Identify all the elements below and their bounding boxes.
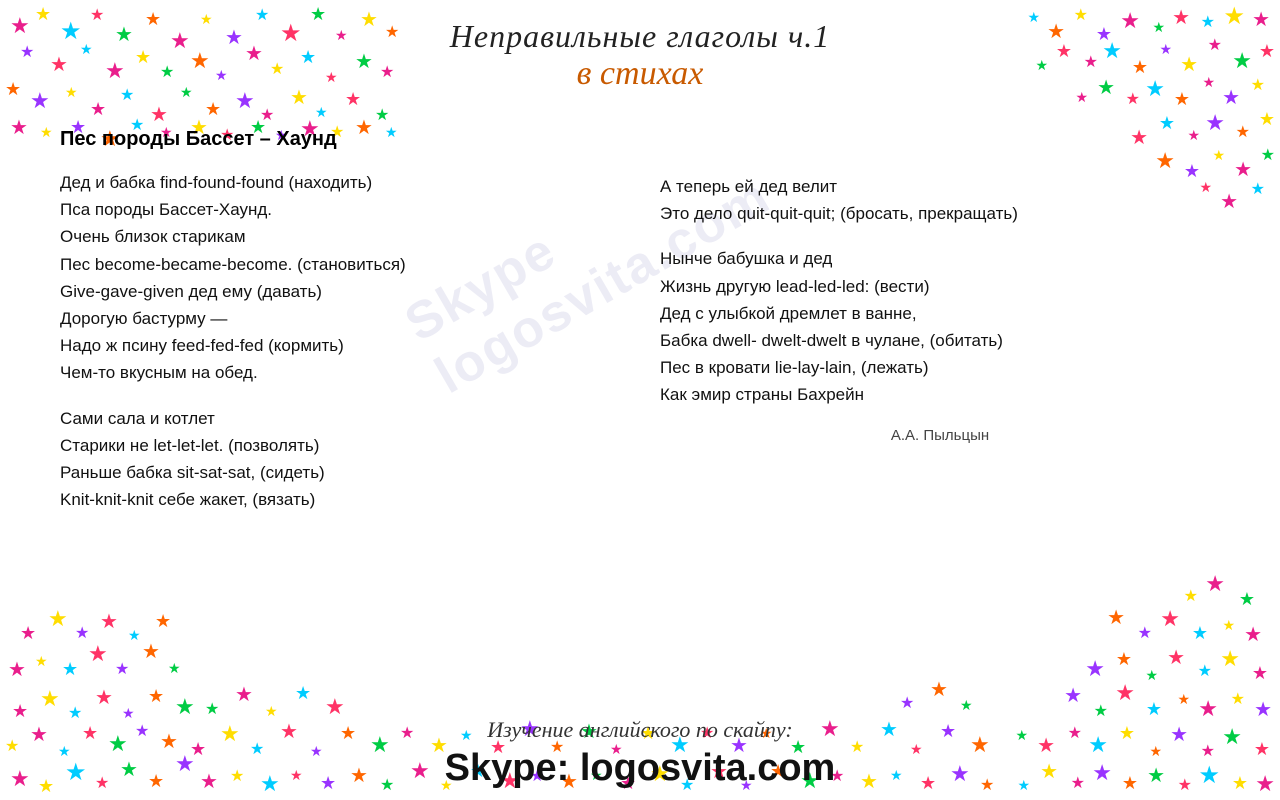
poem-stanza-1: Дед и бабка find-found-found (находить)П…: [60, 169, 620, 387]
poem-line: Это дело quit-quit-quit; (бросать, прекр…: [660, 200, 1220, 227]
poem-line: Чем-то вкусным на обед.: [60, 359, 620, 386]
poem-line: Раньше бабка sit-sat-sat, (сидеть): [60, 459, 620, 486]
poem-left-column: Пес породы Бассет – Хаунд Дед и бабка fi…: [60, 118, 620, 707]
page-content: Неправильные глаголы ч.1 в стихах Пес по…: [0, 0, 1280, 800]
poem-line: Дед и бабка find-found-found (находить): [60, 169, 620, 196]
poem-line: Нынче бабушка и дед: [660, 245, 1220, 272]
poem-line: Бабка dwell- dwelt-dwelt в чулане, (обит…: [660, 327, 1220, 354]
poem-line: Очень близок старикам: [60, 223, 620, 250]
poem-line: Сами сала и котлет: [60, 405, 620, 432]
title-area: Неправильные глаголы ч.1 в стихах: [0, 0, 1280, 98]
footer-tagline: Изучение английского по скайпу:: [0, 717, 1280, 743]
footer-area: Изучение английского по скайпу: Skype: l…: [0, 717, 1280, 800]
poem-line: А теперь ей дед велит: [660, 173, 1220, 200]
poem-line: Knit-knit-knit себе жакет, (вязать): [60, 486, 620, 513]
footer-skype: Skype: logosvita.com: [0, 747, 1280, 790]
poem-line: Дорогую бастурму —: [60, 305, 620, 332]
poem-line: Старики не let-let-let. (позволять): [60, 432, 620, 459]
poem-line: Пес become-became-become. (становиться): [60, 251, 620, 278]
poem-line: Give-gave-given дед ему (давать): [60, 278, 620, 305]
poem-stanza-2: Сами сала и котлетСтарики не let-let-let…: [60, 405, 620, 514]
poem-line: Пес в кровати lie-lay-lain, (лежать): [660, 354, 1220, 381]
poem-line: Как эмир страны Бахрейн: [660, 381, 1220, 408]
main-title: Неправильные глаголы ч.1: [0, 18, 1280, 55]
poem-stanza-3: А теперь ей дед велитЭто дело quit-quit-…: [660, 173, 1220, 227]
author-attribution: А.А. Пыльцын: [660, 427, 1220, 444]
poem-line: Пса породы Бассет-Хаунд.: [60, 196, 620, 223]
sub-title: в стихах: [0, 55, 1280, 93]
poem-line: Дед с улыбкой дремлет в ванне,: [660, 300, 1220, 327]
poem-area: Пес породы Бассет – Хаунд Дед и бабка fi…: [0, 98, 1280, 717]
poem-line: Жизнь другую lead-led-led: (вести): [660, 273, 1220, 300]
poem-right-column: А теперь ей дед велитЭто дело quit-quit-…: [660, 118, 1220, 707]
poem-heading: Пес породы Бассет – Хаунд: [60, 128, 620, 151]
poem-line: Надо ж псину feed-fed-fed (кормить): [60, 332, 620, 359]
poem-stanza-4: Нынче бабушка и дедЖизнь другую lead-led…: [660, 245, 1220, 408]
